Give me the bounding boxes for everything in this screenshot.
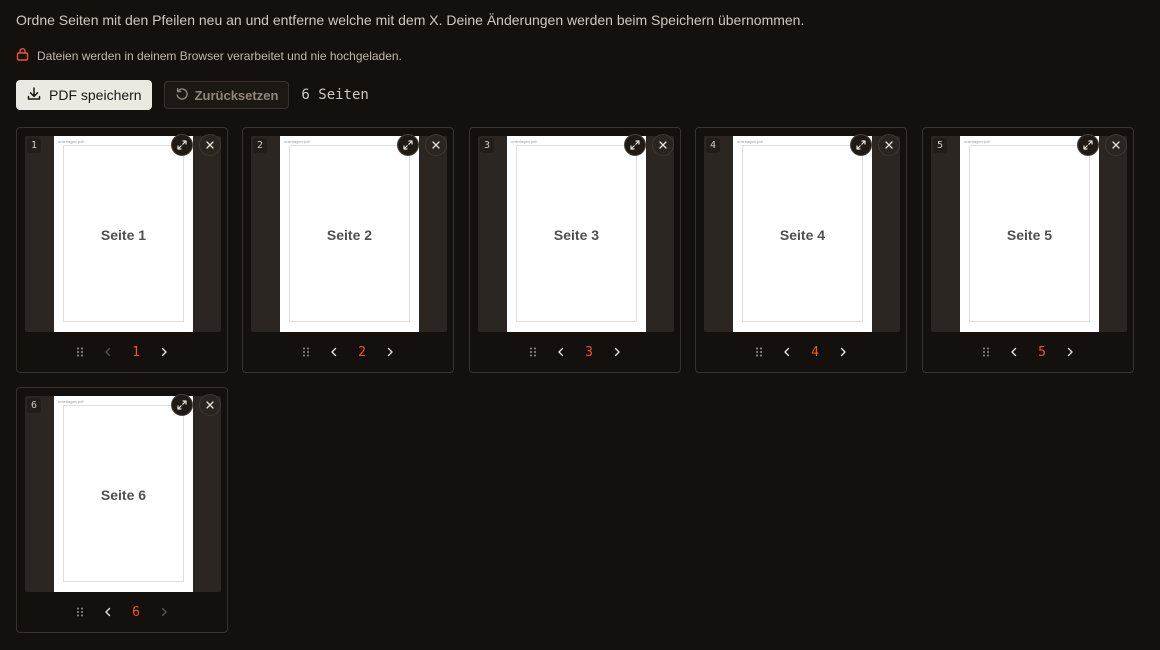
page-preview: unterlagen.pdf Seite 6 [54, 396, 193, 592]
page-number: 3 [585, 344, 593, 360]
page-title: Seite 6 [100, 487, 147, 503]
page-number: 4 [811, 344, 819, 360]
page-filename: unterlagen.pdf [511, 139, 537, 144]
page-index-badge: 1 [27, 138, 41, 153]
expand-icon [176, 399, 188, 411]
page-card: unterlagen.pdf Seite 5 5 5 [922, 127, 1134, 373]
remove-page-button[interactable] [878, 134, 900, 156]
page-thumbnail: unterlagen.pdf Seite 3 3 [478, 136, 674, 332]
close-icon [204, 139, 216, 151]
page-title: Seite 2 [326, 227, 373, 243]
remove-page-button[interactable] [425, 134, 447, 156]
expand-icon [402, 139, 414, 151]
page-index-badge: 2 [253, 138, 267, 153]
page-controls: 5 [923, 344, 1133, 360]
drag-handle-icon[interactable] [745, 344, 773, 360]
expand-page-button[interactable] [171, 134, 193, 156]
page-preview: unterlagen.pdf Seite 4 [733, 136, 872, 332]
page-thumbnail: unterlagen.pdf Seite 1 1 [25, 136, 221, 332]
page-title: Seite 4 [779, 227, 826, 243]
page-grid: unterlagen.pdf Seite 1 1 1 unterlagen.pdf Sei… [0, 0, 1160, 650]
page-card: unterlagen.pdf Seite 3 3 3 [469, 127, 681, 373]
page-index-badge: 6 [27, 398, 41, 413]
page-filename: unterlagen.pdf [58, 139, 84, 144]
expand-icon [629, 139, 641, 151]
page-card: unterlagen.pdf Seite 2 2 2 [242, 127, 454, 373]
expand-page-button[interactable] [624, 134, 646, 156]
move-right-button[interactable] [150, 344, 178, 360]
page-filename: unterlagen.pdf [284, 139, 310, 144]
page-index-badge: 4 [706, 138, 720, 153]
expand-page-button[interactable] [850, 134, 872, 156]
page-title: Seite 5 [1006, 227, 1053, 243]
move-left-button[interactable] [94, 344, 122, 360]
expand-page-button[interactable] [1077, 134, 1099, 156]
page-controls: 2 [243, 344, 453, 360]
move-left-button[interactable] [1000, 344, 1028, 360]
page-filename: unterlagen.pdf [58, 399, 84, 404]
page-preview: unterlagen.pdf Seite 3 [507, 136, 646, 332]
page-preview: unterlagen.pdf Seite 1 [54, 136, 193, 332]
move-right-button[interactable] [150, 604, 178, 620]
remove-page-button[interactable] [1105, 134, 1127, 156]
page-title: Seite 1 [100, 227, 147, 243]
drag-handle-icon[interactable] [519, 344, 547, 360]
close-icon [1110, 139, 1122, 151]
page-card: unterlagen.pdf Seite 4 4 4 [695, 127, 907, 373]
page-filename: unterlagen.pdf [737, 139, 763, 144]
expand-icon [176, 139, 188, 151]
close-icon [204, 399, 216, 411]
close-icon [883, 139, 895, 151]
expand-icon [855, 139, 867, 151]
close-icon [430, 139, 442, 151]
close-icon [657, 139, 669, 151]
remove-page-button[interactable] [652, 134, 674, 156]
page-controls: 6 [17, 604, 227, 620]
move-right-button[interactable] [603, 344, 631, 360]
page-number: 2 [358, 344, 366, 360]
page-number: 5 [1038, 344, 1046, 360]
page-preview: unterlagen.pdf Seite 5 [960, 136, 1099, 332]
page-thumbnail: unterlagen.pdf Seite 6 6 [25, 396, 221, 592]
page-number: 1 [132, 344, 140, 360]
page-controls: 1 [17, 344, 227, 360]
remove-page-button[interactable] [199, 394, 221, 416]
expand-icon [1082, 139, 1094, 151]
move-right-button[interactable] [829, 344, 857, 360]
drag-handle-icon[interactable] [972, 344, 1000, 360]
page-thumbnail: unterlagen.pdf Seite 4 4 [704, 136, 900, 332]
page-index-badge: 5 [933, 138, 947, 153]
move-left-button[interactable] [773, 344, 801, 360]
page-controls: 4 [696, 344, 906, 360]
move-left-button[interactable] [320, 344, 348, 360]
remove-page-button[interactable] [199, 134, 221, 156]
drag-handle-icon[interactable] [292, 344, 320, 360]
page-controls: 3 [470, 344, 680, 360]
page-card: unterlagen.pdf Seite 1 1 1 [16, 127, 228, 373]
page-title: Seite 3 [553, 227, 600, 243]
page-preview: unterlagen.pdf Seite 2 [280, 136, 419, 332]
page-card: unterlagen.pdf Seite 6 6 6 [16, 387, 228, 633]
page-thumbnail: unterlagen.pdf Seite 2 2 [251, 136, 447, 332]
drag-handle-icon[interactable] [66, 344, 94, 360]
page-number: 6 [132, 604, 140, 620]
move-right-button[interactable] [1056, 344, 1084, 360]
expand-page-button[interactable] [397, 134, 419, 156]
expand-page-button[interactable] [171, 394, 193, 416]
page-index-badge: 3 [480, 138, 494, 153]
page-filename: unterlagen.pdf [964, 139, 990, 144]
move-right-button[interactable] [376, 344, 404, 360]
drag-handle-icon[interactable] [66, 604, 94, 620]
move-left-button[interactable] [94, 604, 122, 620]
page-thumbnail: unterlagen.pdf Seite 5 5 [931, 136, 1127, 332]
move-left-button[interactable] [547, 344, 575, 360]
